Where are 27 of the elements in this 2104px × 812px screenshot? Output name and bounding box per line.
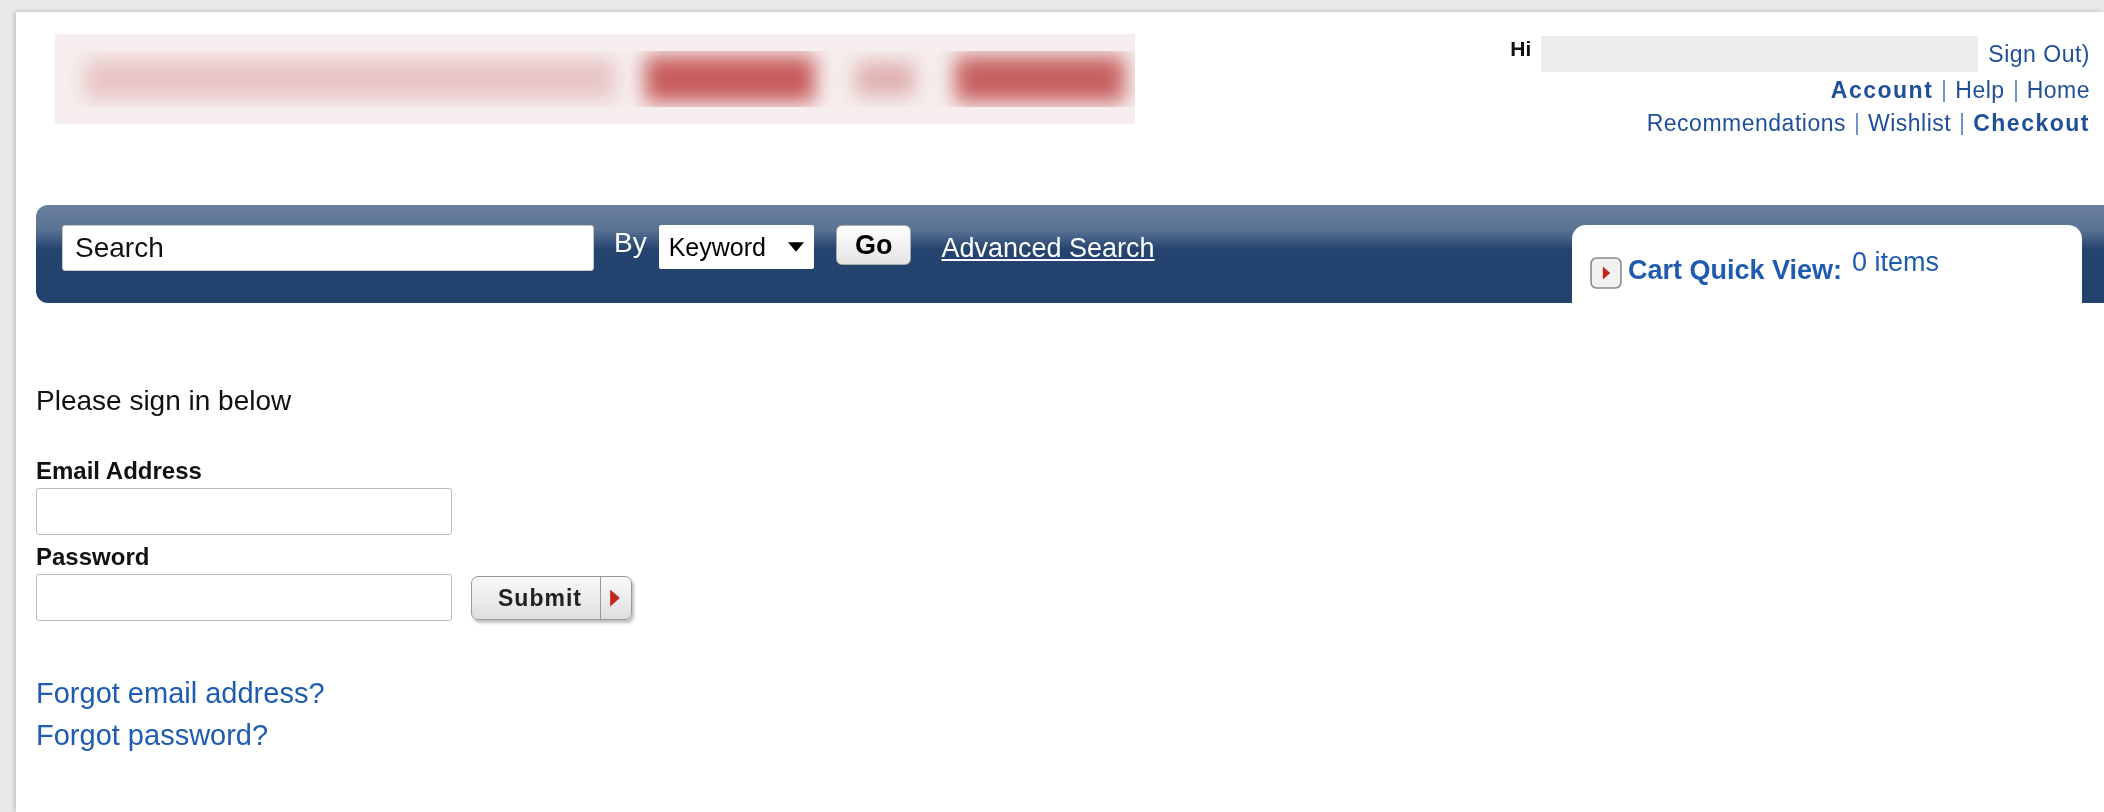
caret-icon — [787, 242, 804, 252]
play-icon — [1590, 257, 1622, 289]
header-link[interactable]: Account — [1830, 74, 1934, 107]
submit-button[interactable]: Submit — [471, 575, 632, 620]
advanced-search-link[interactable]: Advanced Search — [941, 233, 1155, 264]
cart-tab[interactable]: Cart Quick View: 0 items — [1572, 225, 2082, 303]
password-label: Password — [36, 543, 151, 571]
email-label: Email Address — [36, 457, 203, 485]
by-label: By — [614, 227, 647, 259]
sign-in-heading: Please sign in below — [36, 385, 293, 417]
search-type-dropdown[interactable]: Keyword — [658, 225, 814, 269]
header-link[interactable]: Help — [1955, 74, 2005, 107]
forgot-link[interactable]: Forgot password? — [36, 714, 269, 756]
forgot-link[interactable]: Forgot email address? — [36, 672, 325, 714]
header-link[interactable]: Recommendations — [1646, 107, 1846, 140]
cart-label: Cart Quick View: — [1628, 255, 1843, 286]
header-link[interactable]: Home — [2026, 74, 2090, 107]
search-field[interactable]: Search — [62, 225, 594, 271]
cart-count: 0 items — [1852, 247, 1940, 278]
go-button[interactable]: Go — [835, 225, 912, 265]
sign-out-link[interactable]: Sign Out) — [1988, 40, 2090, 68]
greeting-text: Hi — [1510, 37, 1532, 61]
password-field[interactable] — [36, 574, 452, 621]
header-link[interactable]: Checkout — [1973, 107, 2090, 140]
arrow-icon — [608, 588, 621, 607]
header-link[interactable]: Wishlist — [1867, 107, 1952, 140]
email-field[interactable] — [36, 488, 452, 535]
